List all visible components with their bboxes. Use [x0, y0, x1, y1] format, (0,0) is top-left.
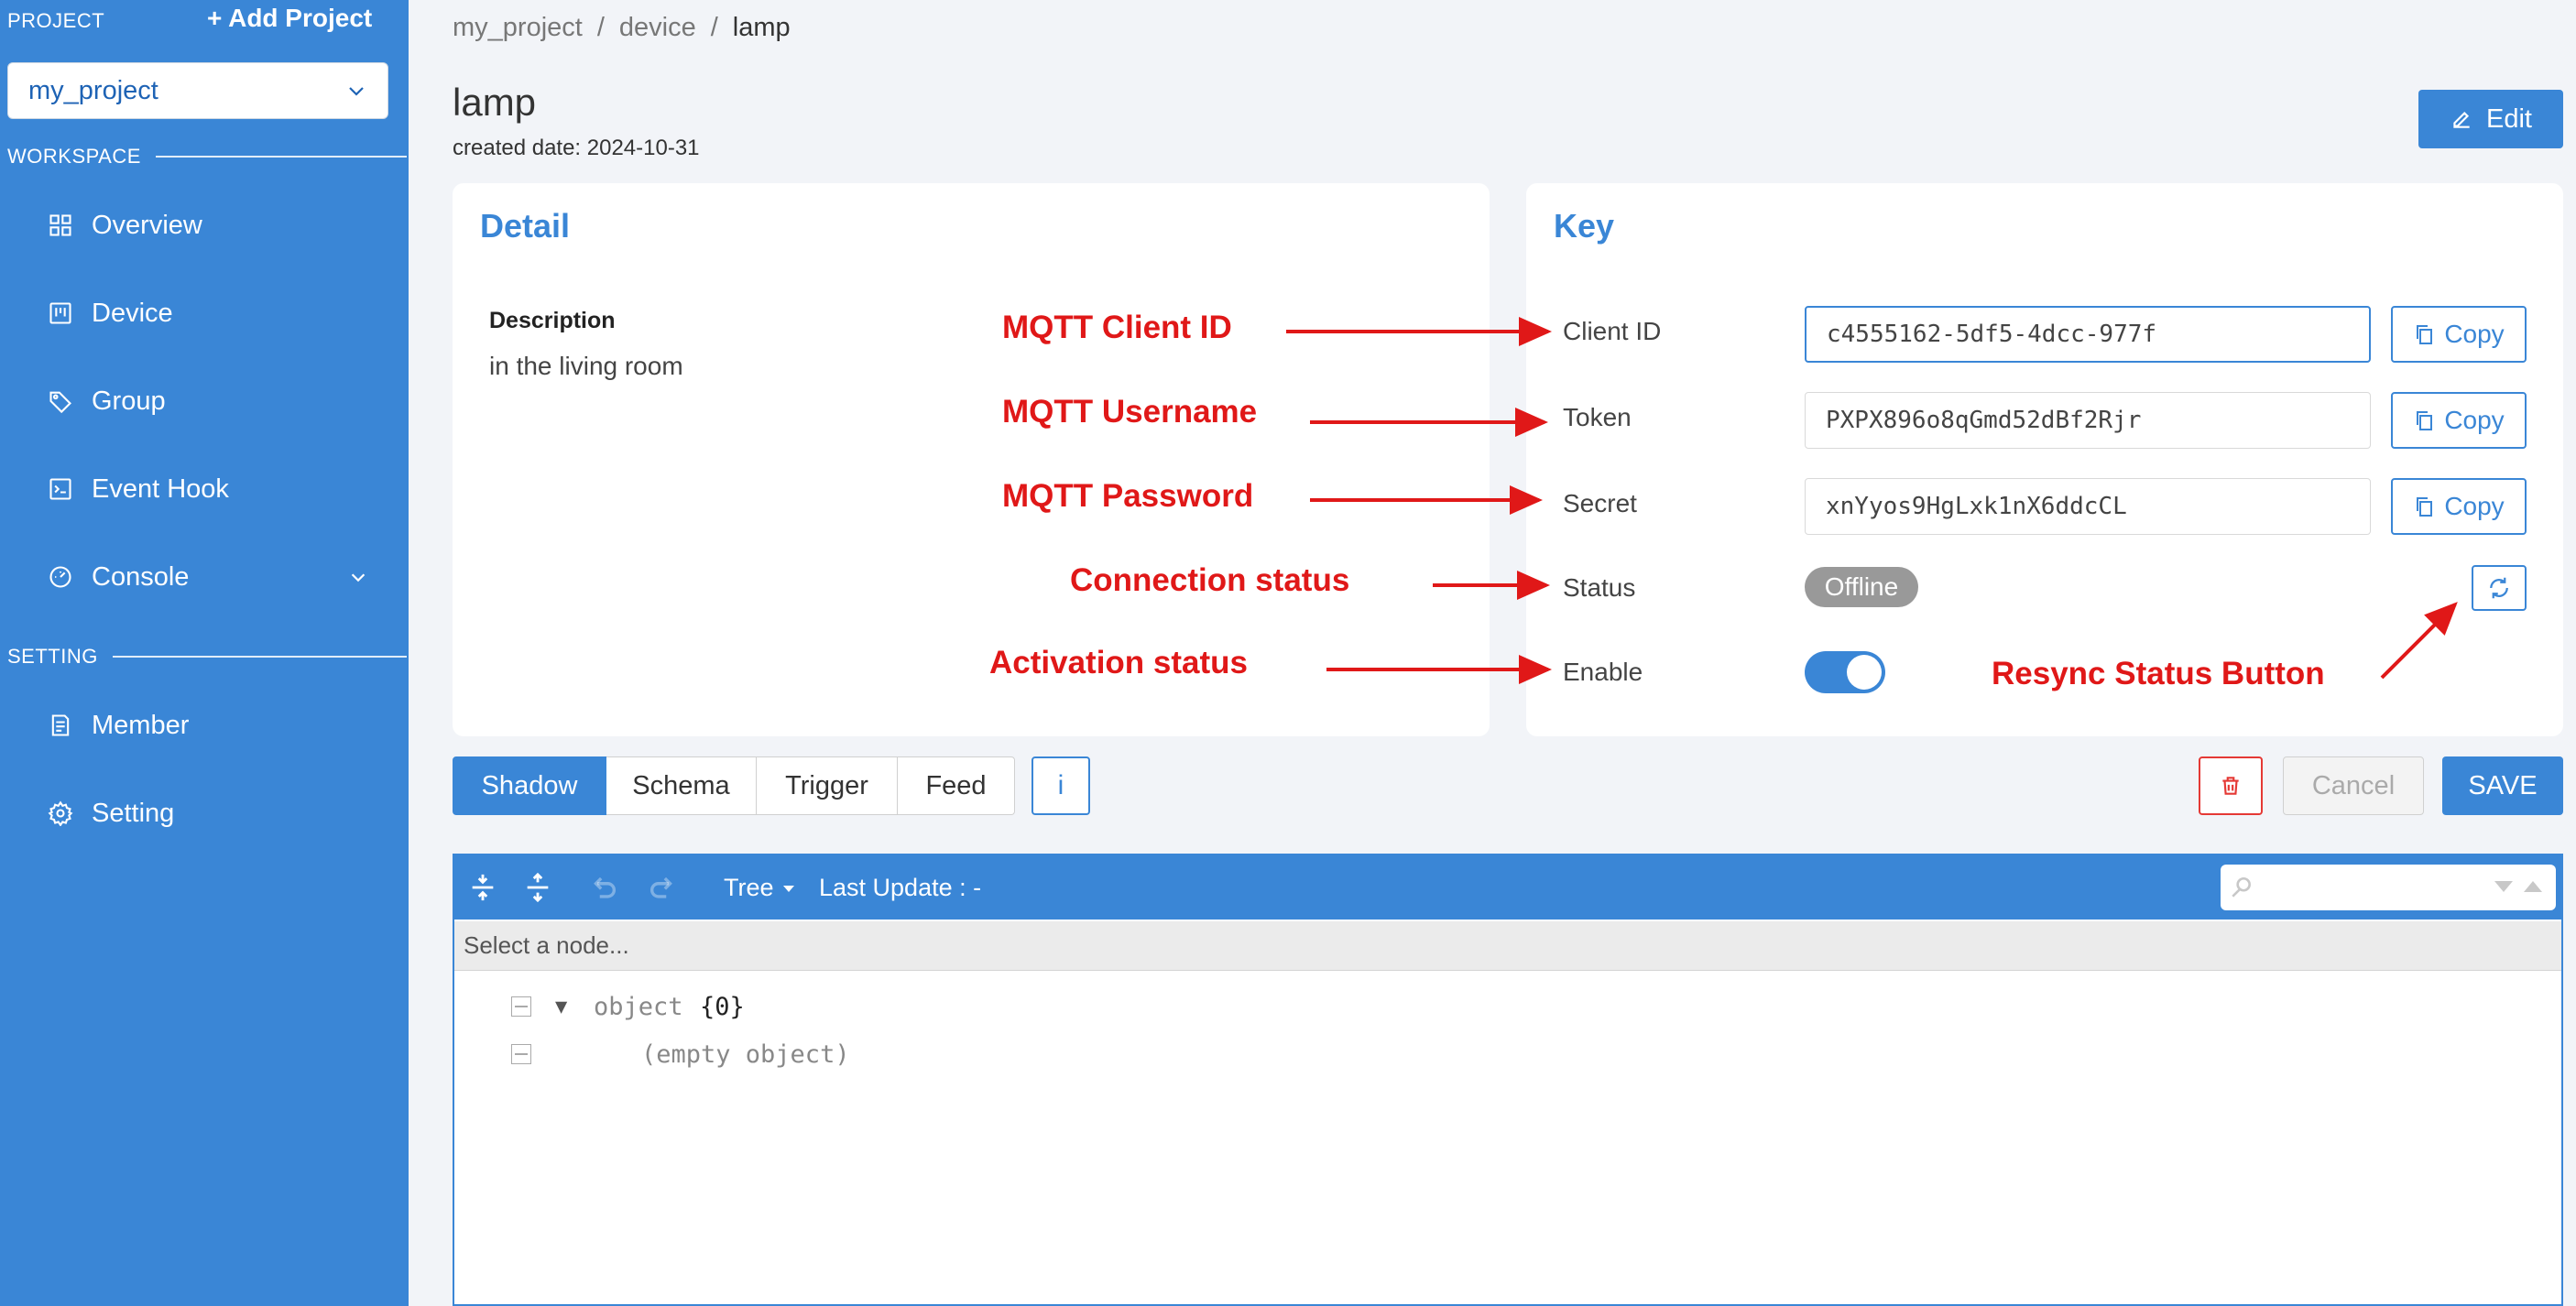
tab-feed[interactable]: Feed [898, 756, 1015, 815]
arrow-resync [2380, 602, 2458, 680]
tree-row-root[interactable]: ▼ object {0} [454, 984, 2561, 1029]
info-button[interactable]: i [1031, 756, 1090, 815]
editor-toolbar: Tree Last Update : - [454, 855, 2561, 920]
tab-shadow[interactable]: Shadow [453, 756, 606, 815]
search-icon [2232, 876, 2251, 898]
editor-mode-dropdown[interactable]: Tree [724, 874, 796, 902]
tree-row-empty: (empty object) [454, 1031, 2561, 1077]
search-next-icon[interactable] [2494, 879, 2514, 894]
cancel-button[interactable]: Cancel [2283, 756, 2424, 815]
delete-icon [2222, 777, 2239, 795]
tree-node-count: {0} [700, 992, 745, 1021]
tree-node-key: object [594, 992, 683, 1021]
editor-navigation-bar: Select a node... [454, 921, 2561, 971]
editor-mode-label: Tree [724, 874, 774, 901]
caret-down-icon [782, 885, 794, 892]
empty-object-label: (empty object) [641, 1039, 850, 1069]
delete-button[interactable] [2199, 756, 2263, 815]
drag-handle-icon[interactable] [511, 996, 531, 1017]
last-update-text: Last Update : - [819, 874, 982, 901]
search-previous-icon[interactable] [2523, 879, 2543, 894]
tab-bar: Shadow Schema Trigger Feed [453, 756, 1015, 815]
save-button[interactable]: SAVE [2442, 756, 2563, 815]
undo-icon[interactable] [588, 872, 619, 903]
json-editor: Tree Last Update : - Select a node... ▼ … [453, 854, 2563, 1306]
expand-all-icon[interactable] [467, 872, 498, 903]
tab-trigger[interactable]: Trigger [757, 756, 898, 815]
tab-schema[interactable]: Schema [606, 756, 757, 815]
collapse-all-icon[interactable] [522, 872, 553, 903]
editor-search-box[interactable] [2221, 865, 2556, 910]
redo-icon[interactable] [647, 872, 678, 903]
expand-triangle-icon[interactable]: ▼ [555, 996, 567, 1018]
drag-handle-icon[interactable] [511, 1044, 531, 1064]
